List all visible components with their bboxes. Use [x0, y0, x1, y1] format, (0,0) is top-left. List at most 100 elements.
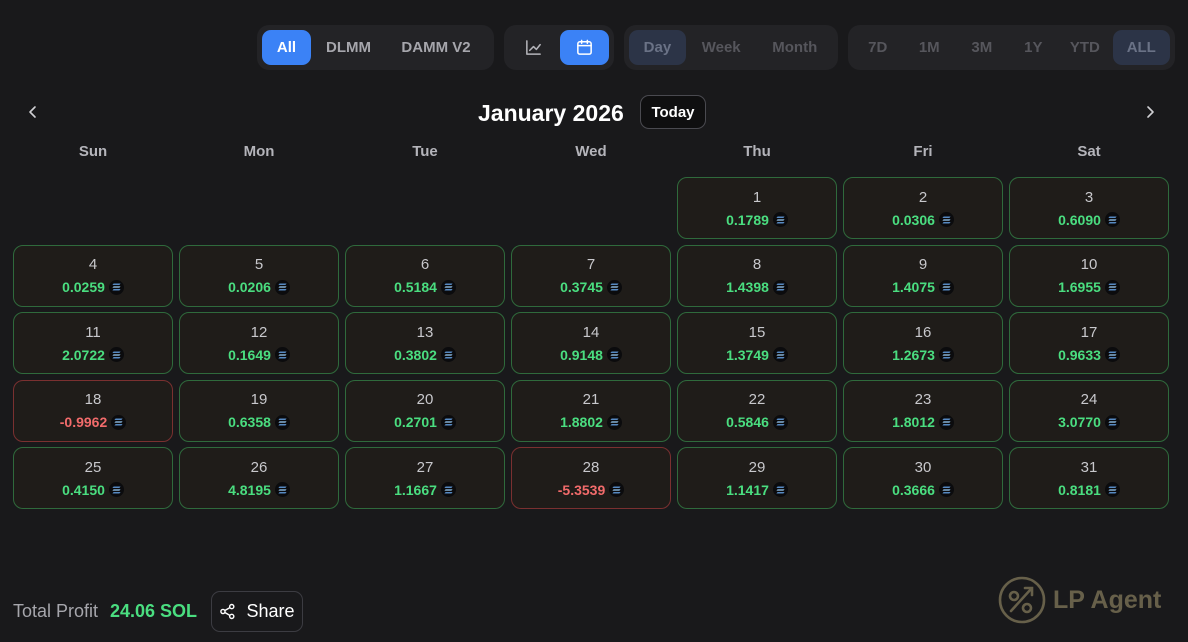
solana-icon [606, 414, 622, 430]
pnl-value: 0.0206 [228, 279, 271, 295]
day-pnl: -0.9962 [60, 414, 127, 430]
calendar-day-cell[interactable]: 6 0.5184 [345, 244, 505, 307]
next-month-button[interactable] [1138, 100, 1162, 124]
day-number: 15 [748, 323, 766, 341]
day-number: 9 [918, 256, 928, 273]
range-7d-button[interactable]: 7D [853, 30, 903, 65]
calendar-day-cell[interactable]: 26 4.8195 [179, 447, 339, 509]
weekday-label: Thu [743, 143, 771, 160]
day-number: 25 [84, 458, 102, 476]
calendar-day-cell[interactable]: 11 2.0722 [13, 312, 173, 374]
pnl-value: -5.3539 [557, 481, 606, 498]
day-number: 3 [1084, 188, 1094, 206]
day-pnl: 0.0206 [228, 279, 290, 295]
day-pnl: -5.3539 [557, 481, 625, 498]
solana-icon [111, 414, 127, 430]
calendar-day-cell[interactable]: 3 0.6090 [1009, 177, 1169, 239]
calendar-day-cell[interactable]: 23 1.8012 [843, 379, 1003, 442]
today-button[interactable]: Today [640, 95, 706, 129]
day-pnl: 4.8195 [228, 482, 290, 498]
calendar-day-cell[interactable]: 29 1.1417 [677, 447, 837, 509]
range-all-button[interactable]: ALL [1112, 30, 1170, 65]
period-week-button[interactable]: Week [688, 30, 755, 65]
calendar-day-cell[interactable]: 8 1.4398 [677, 244, 837, 307]
weekday-label: Sun [78, 143, 108, 160]
calendar-day-cell[interactable]: 13 0.3802 [345, 312, 505, 374]
lp-agent-logo-icon [998, 576, 1046, 624]
brand-name: LP Agent [1053, 585, 1162, 614]
day-pnl: 0.3745 [560, 279, 622, 295]
calendar-day-cell[interactable]: 2 0.0306 [843, 177, 1003, 239]
calendar-day-cell[interactable]: 24 3.0770 [1009, 379, 1169, 442]
day-number: 17 [1080, 323, 1098, 341]
calendar-day-cell[interactable]: 27 1.1667 [345, 447, 505, 509]
solana-icon [938, 482, 954, 497]
calendar-day-cell[interactable]: 16 1.2673 [843, 312, 1003, 374]
day-number: 5 [254, 256, 264, 273]
filter-dlmm-button[interactable]: DLMM [313, 30, 384, 65]
pnl-value: 1.4075 [892, 279, 935, 295]
solana-icon [938, 279, 954, 295]
day-number: 1 [752, 188, 762, 206]
day-pnl: 1.1667 [394, 482, 456, 498]
calendar-day-cell[interactable]: 18 -0.9962 [13, 379, 173, 442]
day-number: 2 [918, 188, 928, 206]
range-1m-button[interactable]: 1M [905, 30, 955, 65]
day-number: 7 [586, 256, 596, 273]
pnl-value: 0.3802 [394, 346, 437, 363]
calendar-day-cell[interactable]: 17 0.9633 [1009, 312, 1169, 374]
calendar-day-cell[interactable]: 9 1.4075 [843, 244, 1003, 307]
filter-all-button[interactable]: All [262, 30, 311, 65]
calendar-day-cell[interactable]: 21 1.8802 [511, 379, 671, 442]
day-pnl: 2.0722 [62, 347, 124, 363]
period-filter: Day Week Month [624, 25, 838, 70]
calendar-day-cell[interactable]: 15 1.3749 [677, 312, 837, 374]
calendar-day-cell[interactable]: 7 0.3745 [511, 244, 671, 307]
range-1y-button[interactable]: 1Y [1010, 30, 1058, 65]
period-day-button[interactable]: Day [629, 30, 686, 65]
period-month-button[interactable]: Month [757, 30, 833, 65]
calendar-day-cell[interactable]: 5 0.0206 [179, 244, 339, 307]
day-pnl: 0.3666 [892, 482, 954, 498]
day-number: 20 [416, 391, 434, 408]
pnl-value: 0.5184 [394, 279, 437, 295]
calendar-day-cell[interactable]: 10 1.6955 [1009, 244, 1169, 307]
calendar-day-cell[interactable]: 25 0.4150 [13, 447, 173, 509]
pnl-value: 0.9148 [560, 346, 603, 363]
chart-view-button[interactable] [509, 30, 558, 65]
weekday-header-row: Sun Mon Tue Wed Thu Fri Sat [13, 142, 1171, 162]
calendar-day-cell[interactable]: 14 0.9148 [511, 312, 671, 374]
range-ytd-button[interactable]: YTD [1059, 30, 1111, 65]
share-button[interactable]: Share [211, 591, 303, 632]
calendar-day-cell[interactable]: 19 0.6358 [179, 379, 339, 442]
day-number: 28 [582, 458, 600, 476]
day-number: 31 [1080, 458, 1098, 476]
pnl-value: 0.2701 [394, 414, 437, 430]
solana-icon [1104, 212, 1120, 227]
total-profit-value: 24.06 SOL [110, 601, 198, 621]
day-pnl: 0.1789 [726, 212, 788, 228]
calendar-day-cell[interactable]: 30 0.3666 [843, 447, 1003, 509]
day-pnl: 1.1417 [726, 482, 788, 498]
prev-month-button[interactable] [21, 100, 45, 124]
pnl-value: 1.2673 [892, 346, 935, 363]
calendar-day-cell[interactable]: 12 0.1649 [179, 312, 339, 374]
filter-damm-v2-button[interactable]: DAMM V2 [386, 30, 486, 65]
calendar-day-cell[interactable]: 22 0.5846 [677, 379, 837, 442]
solana-icon [606, 279, 622, 295]
calendar-empty-slot [511, 177, 671, 239]
pnl-value: 0.0306 [892, 211, 935, 228]
calendar-day-cell[interactable]: 4 0.0259 [13, 244, 173, 307]
day-pnl: 0.5846 [726, 414, 788, 430]
weekday-label: Tue [412, 143, 438, 160]
calendar-day-cell[interactable]: 20 0.2701 [345, 379, 505, 442]
calendar-day-cell[interactable]: 1 0.1789 [677, 177, 837, 239]
pnl-value: 4.8195 [228, 481, 271, 498]
range-3m-button[interactable]: 3M [956, 30, 1008, 65]
pnl-value: 1.6955 [1058, 279, 1101, 295]
calendar-day-cell[interactable]: 28 -5.3539 [511, 447, 671, 509]
calendar-day-cell[interactable]: 31 0.8181 [1009, 447, 1169, 509]
view-toggle [504, 25, 614, 70]
calendar-view-button[interactable] [560, 30, 609, 65]
pnl-value: 0.8181 [1058, 481, 1101, 498]
